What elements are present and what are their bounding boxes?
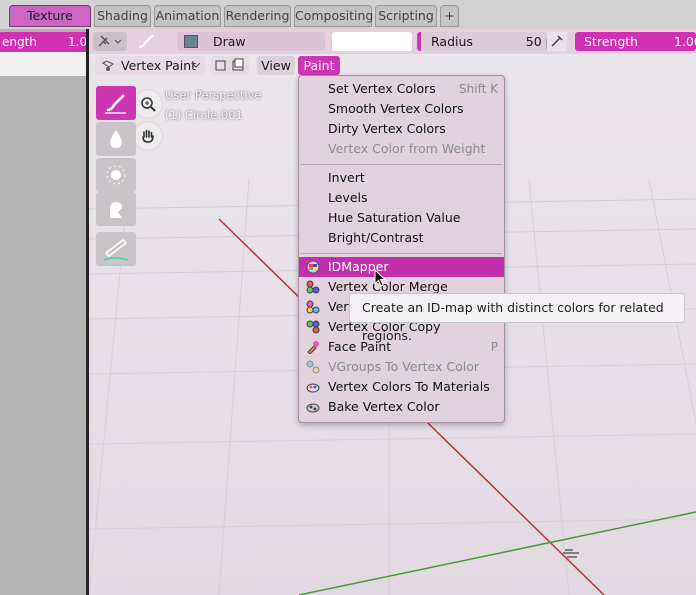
mask-toggle-buttons[interactable] [211,56,249,75]
workspace-tab-bar: Texture Paint Shading Animation Renderin… [0,0,696,43]
tab-texture-paint[interactable]: Texture Paint [9,5,91,43]
menu-item-vgroups-to-vertex-color: VGroups To Vertex Color [299,357,504,377]
strength-value: 1.00 [674,34,696,49]
radius-label: Radius [431,34,473,49]
tab-shading[interactable]: Shading [94,5,151,27]
tab-animation[interactable]: Animation [154,5,221,27]
add-workspace-button[interactable]: + [440,5,459,27]
tab-rendering[interactable]: Rendering [224,5,291,27]
mode-label: Vertex Paint [121,58,197,73]
mode-selector[interactable]: Vertex Paint [95,56,205,75]
left-editor-panel: ength 1.0 [0,29,86,595]
left-strength-value: 1.0 [68,35,86,49]
viewport-perspective-label: User Perspective [165,88,262,102]
left-strength-slider[interactable]: ength 1.0 [0,32,86,52]
menu-item-label: Bake Vertex Color [328,399,440,414]
menu-item-label: Bright/Contrast [328,230,424,245]
strength-field[interactable]: Strength 1.00 [575,32,696,51]
menu-item-invert[interactable]: Invert [299,168,504,188]
vertex-paint-mode-icon [102,60,114,71]
menu-item-bake-vertex-color[interactable]: Bake Vertex Color [299,397,504,417]
menu-item-hue-saturation-value[interactable]: Hue Saturation Value [299,208,504,228]
blur-tool-icon[interactable] [96,122,136,156]
left-strength-label: ength [2,35,37,49]
idmapper-tooltip: Create an ID-map with distinct colors fo… [349,293,685,343]
brush-icon[interactable] [135,32,165,51]
brush-thumbnail-icon [184,35,198,48]
left-panel-field [0,52,86,76]
menu-item-bright-contrast[interactable]: Bright/Contrast [299,228,504,248]
tool-shelf [95,86,137,268]
tab-scripting[interactable]: Scripting [375,5,437,27]
menu-item-label: Invert [328,170,365,185]
vertex-color-copy-icon [306,320,320,334]
vertex-color-merge-icon [306,280,320,294]
menu-item-idmapper[interactable]: IDMapper [299,257,504,277]
menu-separator [301,164,502,165]
menu-item-label: Vertex Colors To Materials [328,379,490,394]
pressure-toggle-icon[interactable] [547,32,567,51]
radius-field[interactable]: Radius 50 px [417,32,567,51]
menu-item-label: Smooth Vertex Colors [328,101,464,116]
menu-separator [301,253,502,254]
menu-item-label: Dirty Vertex Colors [328,121,446,136]
menu-item-dirty-vertex-colors[interactable]: Dirty Vertex Colors [299,119,504,139]
menu-item-label: VGroups To Vertex Color [328,359,480,374]
annotate-tool-icon[interactable] [96,232,136,266]
smear-tool-icon[interactable] [96,192,136,226]
menu-item-levels[interactable]: Levels [299,188,504,208]
vertex-colors-to-materials-icon [306,383,320,393]
vgroups-icon [306,360,320,374]
menu-item-label: Levels [328,190,368,205]
brush-color-swatch[interactable] [332,32,412,51]
face-paint-icon [307,341,319,354]
paint-menu[interactable]: Paint [298,56,340,75]
vertex-color-icon [306,300,320,314]
bake-vertex-color-icon [306,403,320,413]
mouse-cursor-icon [374,269,387,287]
pan-hand-icon[interactable] [134,122,162,150]
view-menu[interactable]: View [257,56,295,75]
tab-compositing[interactable]: Compositing [294,5,373,27]
menu-item-shortcut: P [490,340,498,354]
average-tool-icon[interactable] [96,158,136,192]
idmapper-icon [306,260,320,274]
menu-item-set-vertex-colors[interactable]: Set Vertex Colors Shift K [299,79,504,99]
strength-label: Strength [584,34,639,49]
menu-item-label: Set Vertex Colors [328,81,436,96]
brush-name: Draw [213,34,246,49]
brush-selector[interactable]: Draw [177,32,325,51]
brush-settings-icon [98,35,122,47]
draw-tool-icon[interactable] [96,86,136,120]
menu-item-smooth-vertex-colors[interactable]: Smooth Vertex Colors [299,99,504,119]
viewport-object-label: (1) Circle.001 [165,108,243,122]
paint-dropdown-menu: Set Vertex Colors Shift K Smooth Vertex C… [298,75,505,423]
zoom-icon[interactable] [134,90,162,118]
menu-item-shortcut: Shift K [459,82,498,96]
menu-item-label: Hue Saturation Value [328,210,461,225]
brush-tool-selector[interactable] [93,32,127,51]
menu-item-vertex-colors-to-materials[interactable]: Vertex Colors To Materials [299,377,504,397]
menu-item-vertex-color-from-weight: Vertex Color from Weight [299,139,504,159]
chevron-down-icon [192,63,200,68]
menu-item-label: Vertex Color from Weight [328,141,486,156]
tool-settings-header: Draw Radius 50 px Strength 1.00 [89,29,696,54]
